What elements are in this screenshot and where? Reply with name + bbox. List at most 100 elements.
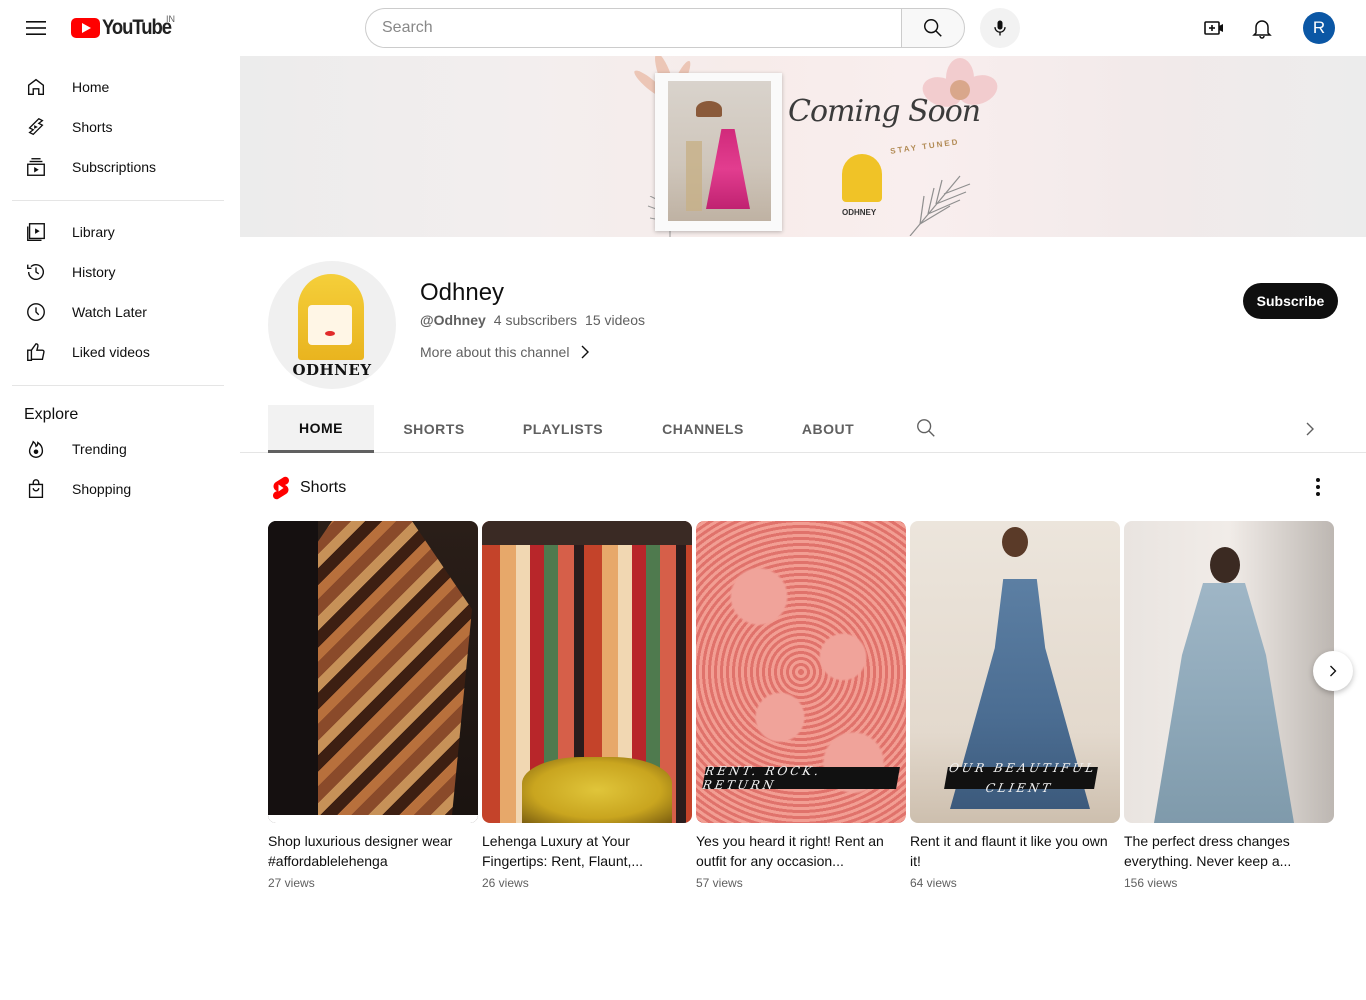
- short-title[interactable]: Lehenga Luxury at Your Fingertips: Rent,…: [482, 831, 692, 871]
- account-avatar[interactable]: R: [1303, 12, 1335, 44]
- history-icon: [24, 260, 48, 284]
- tab-shorts[interactable]: SHORTS: [382, 405, 486, 453]
- more-about-channel-link[interactable]: More about this channel: [420, 344, 591, 360]
- search-input[interactable]: Search: [365, 8, 902, 48]
- subscriber-count: 4 subscribers: [493, 312, 578, 328]
- tab-about[interactable]: ABOUT: [782, 405, 874, 453]
- search-placeholder: Search: [382, 19, 433, 36]
- short-views: 26 views: [482, 876, 529, 890]
- create-button[interactable]: [1194, 8, 1234, 48]
- menu-icon[interactable]: [18, 10, 54, 46]
- sidebar: Home Shorts Subscriptions Library Histor…: [0, 56, 240, 1000]
- short-title[interactable]: The perfect dress changes everything. Ne…: [1124, 831, 1334, 871]
- tab-label: HOME: [299, 419, 343, 436]
- sidebar-item-label: History: [72, 264, 116, 280]
- subscribe-button[interactable]: Subscribe: [1243, 283, 1338, 319]
- trending-flame-icon: [24, 437, 48, 461]
- short-title[interactable]: Rent it and flaunt it like you own it!: [910, 831, 1120, 871]
- chevron-right-icon: [1330, 665, 1337, 677]
- microphone-icon: [994, 20, 1006, 36]
- avatar-letter: R: [1312, 18, 1326, 37]
- sidebar-item-label: Shorts: [72, 119, 113, 135]
- sidebar-item-shopping[interactable]: Shopping: [12, 469, 224, 509]
- tabs-scroll-right-button[interactable]: [1298, 417, 1322, 441]
- tab-label: ABOUT: [801, 421, 855, 437]
- sidebar-item-shorts[interactable]: Shorts: [12, 107, 224, 147]
- shopping-bag-icon: [24, 477, 48, 501]
- sidebar-item-label: Watch Later: [72, 304, 147, 320]
- short-item[interactable]: The perfect dress changes everything. Ne…: [1124, 521, 1334, 890]
- short-overlay-caption: RENT. ROCK. RETURN: [702, 764, 900, 792]
- sidebar-item-label: Trending: [72, 441, 127, 457]
- banner-photo-frame: [655, 73, 782, 231]
- youtube-logo[interactable]: YouTube: [71, 15, 180, 41]
- palm-leaf-icon: [909, 175, 971, 236]
- short-item[interactable]: OUR BEAUTIFUL CLIENT Rent it and flaunt …: [910, 521, 1120, 890]
- sidebar-item-label: Subscriptions: [72, 159, 157, 175]
- short-title[interactable]: Shop luxurious designer wear #affordable…: [268, 831, 478, 871]
- short-item[interactable]: Shop luxurious designer wear #affordable…: [268, 521, 478, 890]
- short-views: 27 views: [268, 876, 315, 890]
- voice-search-button[interactable]: [980, 8, 1020, 48]
- short-thumbnail[interactable]: RENT. ROCK. RETURN: [696, 521, 906, 823]
- library-icon: [24, 220, 48, 244]
- sidebar-item-subscriptions[interactable]: Subscriptions: [12, 147, 224, 187]
- short-views: 156 views: [1124, 876, 1178, 890]
- shelf-next-button[interactable]: [1313, 651, 1353, 691]
- sidebar-divider: [12, 200, 224, 201]
- avatar-lips: [325, 331, 335, 336]
- sidebar-item-liked-videos[interactable]: Liked videos: [12, 332, 224, 372]
- watch-later-icon: [24, 300, 48, 324]
- sidebar-item-label: Home: [72, 79, 110, 95]
- avatar-face: [308, 305, 352, 345]
- short-thumbnail[interactable]: [268, 521, 478, 823]
- sidebar-item-label: Library: [72, 224, 115, 240]
- channel-avatar[interactable]: ODHNEY: [268, 261, 396, 389]
- search-icon: [917, 419, 935, 437]
- thumbs-up-icon: [24, 340, 48, 364]
- short-views: 57 views: [696, 876, 743, 890]
- search-icon: [924, 19, 942, 37]
- short-item[interactable]: RENT. ROCK. RETURN Yes you heard it righ…: [696, 521, 906, 890]
- avatar-brand-text: ODHNEY: [292, 361, 372, 379]
- channel-handle: @Odhney: [420, 312, 486, 328]
- subscriptions-icon: [24, 155, 48, 179]
- short-title[interactable]: Yes you heard it right! Rent an outfit f…: [696, 831, 906, 871]
- notifications-button[interactable]: [1242, 8, 1282, 48]
- explore-heading: Explore: [24, 406, 79, 423]
- banner-headline: Coming Soon: [788, 94, 981, 129]
- channel-banner: Coming Soon STAY TUNED ODHNEY: [240, 56, 1366, 237]
- home-icon: [24, 75, 48, 99]
- banner-brand-logo: [842, 154, 882, 202]
- channel-search-button[interactable]: [915, 417, 939, 441]
- short-thumbnail[interactable]: OUR BEAUTIFUL CLIENT: [910, 521, 1120, 823]
- banner-brand-name: ODHNEY: [842, 208, 877, 217]
- shelf-more-options-button[interactable]: [1306, 475, 1330, 499]
- channel-name: Odhney: [420, 279, 505, 306]
- tab-home[interactable]: HOME: [268, 405, 374, 453]
- short-thumbnail[interactable]: [1124, 521, 1334, 823]
- youtube-play-icon: [71, 18, 100, 38]
- video-count: 15 videos: [585, 312, 645, 328]
- masthead: YouTube IN Search R: [0, 0, 1366, 56]
- short-item[interactable]: Lehenga Luxury at Your Fingertips: Rent,…: [482, 521, 692, 890]
- chevron-right-icon: [581, 345, 590, 359]
- tab-label: PLAYLISTS: [522, 421, 604, 437]
- chevron-right-icon: [1306, 422, 1314, 436]
- channel-meta: @Odhney 4 subscribers 15 videos: [420, 312, 645, 328]
- sidebar-item-trending[interactable]: Trending: [12, 429, 224, 469]
- sidebar-item-history[interactable]: History: [12, 252, 224, 292]
- subscribe-label: Subscribe: [1256, 293, 1325, 309]
- bell-icon: [1252, 20, 1272, 39]
- tab-playlists[interactable]: PLAYLISTS: [502, 405, 624, 453]
- sidebar-item-watch-later[interactable]: Watch Later: [12, 292, 224, 332]
- tab-channels[interactable]: CHANNELS: [642, 405, 764, 453]
- shorts-shelf-header: Shorts: [270, 476, 346, 500]
- create-video-icon: [1204, 21, 1223, 35]
- short-overlay-caption: OUR BEAUTIFUL CLIENT: [944, 761, 1098, 795]
- overlay-text: OUR BEAUTIFUL CLIENT: [947, 761, 1098, 795]
- search-button[interactable]: [901, 8, 965, 48]
- short-thumbnail[interactable]: [482, 521, 692, 823]
- sidebar-item-library[interactable]: Library: [12, 212, 224, 252]
- sidebar-item-home[interactable]: Home: [12, 67, 224, 107]
